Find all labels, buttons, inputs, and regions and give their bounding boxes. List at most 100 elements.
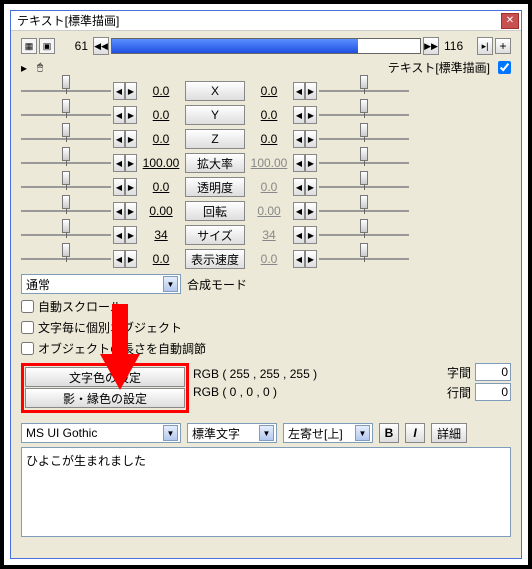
object-enable-checkbox[interactable]: [498, 61, 511, 74]
param-name-button[interactable]: Z: [185, 129, 245, 149]
increment-button[interactable]: ▶: [125, 202, 137, 220]
increment-button[interactable]: ▶: [125, 250, 137, 268]
increment-button[interactable]: ▶: [305, 202, 317, 220]
text-color-button[interactable]: 文字色の設定: [25, 367, 185, 387]
param-left-value[interactable]: 34: [139, 228, 183, 242]
auto-scroll-checkbox[interactable]: [21, 300, 34, 313]
increment-button[interactable]: ▶: [305, 226, 317, 244]
increment-button[interactable]: ▶: [125, 130, 137, 148]
param-right-slider[interactable]: [319, 249, 409, 269]
per-char-checkbox[interactable]: [21, 321, 34, 334]
window-title: テキスト[標準描画]: [17, 12, 501, 29]
blend-mode-dropdown[interactable]: 通常 ▼: [21, 274, 181, 294]
increment-button[interactable]: ▶: [125, 82, 137, 100]
add-button[interactable]: +: [495, 38, 511, 54]
param-right-value[interactable]: 34: [247, 228, 291, 242]
increment-button[interactable]: ▶: [305, 154, 317, 172]
increment-button[interactable]: ▶: [125, 178, 137, 196]
param-right-slider[interactable]: [319, 81, 409, 101]
param-left-slider[interactable]: [21, 201, 111, 221]
decrement-button[interactable]: ◀: [113, 154, 125, 172]
decrement-button[interactable]: ◀: [293, 202, 305, 220]
decrement-button[interactable]: ◀: [113, 226, 125, 244]
parameter-list: ◀▶0.0X0.0◀▶◀▶0.0Y0.0◀▶◀▶0.0Z0.0◀▶◀▶100.0…: [21, 80, 511, 270]
param-right-slider[interactable]: [319, 105, 409, 125]
param-name-button[interactable]: 透明度: [185, 177, 245, 197]
detail-button[interactable]: 詳細: [431, 423, 467, 443]
param-right-value[interactable]: 100.00: [247, 156, 291, 170]
param-name-button[interactable]: 拡大率: [185, 153, 245, 173]
next-frame-button[interactable]: ▶▶: [423, 37, 439, 55]
shadow-color-button[interactable]: 影・縁色の設定: [25, 388, 185, 408]
param-right-value[interactable]: 0.0: [247, 252, 291, 266]
param-left-value[interactable]: 0.0: [139, 132, 183, 146]
increment-button[interactable]: ▶: [305, 250, 317, 268]
frame-step-button[interactable]: ▸|: [477, 37, 493, 55]
param-left-value[interactable]: 100.00: [139, 156, 183, 170]
param-left-slider[interactable]: [21, 129, 111, 149]
param-name-button[interactable]: 回転: [185, 201, 245, 221]
param-right-slider[interactable]: [319, 177, 409, 197]
decrement-button[interactable]: ◀: [113, 130, 125, 148]
param-right-slider[interactable]: [319, 225, 409, 245]
decrement-button[interactable]: ◀: [113, 82, 125, 100]
param-left-slider[interactable]: [21, 153, 111, 173]
image-icon[interactable]: ▣: [39, 38, 55, 54]
timeline-bar[interactable]: [111, 38, 421, 54]
increment-button[interactable]: ▶: [305, 106, 317, 124]
decrement-button[interactable]: ◀: [293, 178, 305, 196]
prev-frame-button[interactable]: ◀◀: [93, 37, 109, 55]
param-right-slider[interactable]: [319, 153, 409, 173]
param-left-value[interactable]: 0.00: [139, 204, 183, 218]
param-left-value[interactable]: 0.0: [139, 108, 183, 122]
increment-button[interactable]: ▶: [305, 178, 317, 196]
italic-button[interactable]: I: [405, 423, 425, 443]
param-left-slider[interactable]: [21, 177, 111, 197]
decrement-button[interactable]: ◀: [293, 130, 305, 148]
close-button[interactable]: ✕: [501, 13, 519, 29]
decrement-button[interactable]: ◀: [293, 106, 305, 124]
param-left-value[interactable]: 0.0: [139, 180, 183, 194]
bold-button[interactable]: B: [379, 423, 399, 443]
decrement-button[interactable]: ◀: [113, 202, 125, 220]
param-name-button[interactable]: サイズ: [185, 225, 245, 245]
text-input[interactable]: [21, 447, 511, 537]
decrement-button[interactable]: ◀: [113, 178, 125, 196]
param-right-value[interactable]: 0.0: [247, 180, 291, 194]
param-name-button[interactable]: Y: [185, 105, 245, 125]
param-right-value[interactable]: 0.0: [247, 132, 291, 146]
param-left-slider[interactable]: [21, 105, 111, 125]
decrement-button[interactable]: ◀: [293, 82, 305, 100]
param-right-value[interactable]: 0.0: [247, 108, 291, 122]
auto-length-checkbox[interactable]: [21, 342, 34, 355]
param-left-slider[interactable]: [21, 249, 111, 269]
font-style-dropdown[interactable]: 標準文字 ▼: [187, 423, 277, 443]
param-left-slider[interactable]: [21, 81, 111, 101]
expand-icon[interactable]: ▸: [21, 61, 33, 75]
line-spacing-input[interactable]: [475, 383, 511, 401]
param-name-button[interactable]: 表示速度: [185, 249, 245, 269]
decrement-button[interactable]: ◀: [293, 226, 305, 244]
increment-button[interactable]: ▶: [305, 130, 317, 148]
param-name-button[interactable]: X: [185, 81, 245, 101]
font-family-dropdown[interactable]: MS UI Gothic ▼: [21, 423, 181, 443]
increment-button[interactable]: ▶: [125, 106, 137, 124]
param-left-value[interactable]: 0.0: [139, 84, 183, 98]
decrement-button[interactable]: ◀: [293, 154, 305, 172]
decrement-button[interactable]: ◀: [113, 250, 125, 268]
param-right-slider[interactable]: [319, 201, 409, 221]
chevron-down-icon: ▼: [355, 425, 370, 441]
decrement-button[interactable]: ◀: [113, 106, 125, 124]
char-spacing-input[interactable]: [475, 363, 511, 381]
param-right-slider[interactable]: [319, 129, 409, 149]
param-left-slider[interactable]: [21, 225, 111, 245]
param-right-value[interactable]: 0.0: [247, 84, 291, 98]
param-right-value[interactable]: 0.00: [247, 204, 291, 218]
increment-button[interactable]: ▶: [125, 226, 137, 244]
increment-button[interactable]: ▶: [305, 82, 317, 100]
text-align-dropdown[interactable]: 左寄せ[上] ▼: [283, 423, 373, 443]
increment-button[interactable]: ▶: [125, 154, 137, 172]
decrement-button[interactable]: ◀: [293, 250, 305, 268]
layer-icon[interactable]: ▦: [21, 38, 37, 54]
param-left-value[interactable]: 0.0: [139, 252, 183, 266]
